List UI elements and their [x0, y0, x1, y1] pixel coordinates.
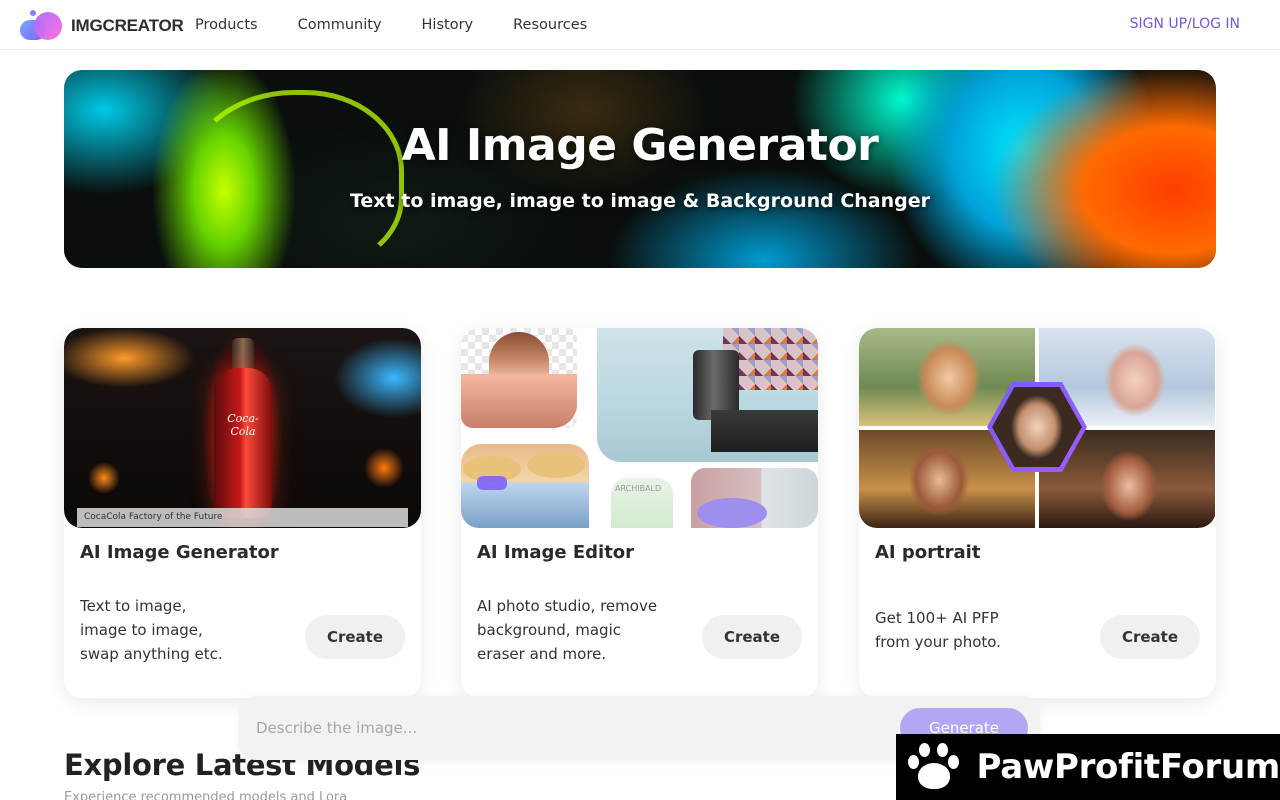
- card-image-portrait-grid: [859, 328, 1216, 528]
- product-label: ARCHIBALD: [615, 484, 662, 493]
- brand-logo[interactable]: IMGCREATOR: [20, 10, 184, 42]
- logo-icon: [20, 10, 64, 42]
- card-ai-portrait[interactable]: AI portrait Get 100+ AI PFP from your ph…: [859, 328, 1216, 698]
- describe-image-input[interactable]: [256, 716, 856, 740]
- signup-login-link[interactable]: SIGN UP/LOG IN: [1130, 16, 1240, 32]
- bottle-label: Coca-Cola: [227, 412, 259, 438]
- create-button[interactable]: Create: [1100, 615, 1200, 659]
- hero-banner: AI Image Generator Text to image, image …: [64, 70, 1216, 268]
- create-button[interactable]: Create: [702, 615, 802, 659]
- hero-subtitle: Text to image, image to image & Backgrou…: [349, 190, 931, 212]
- nav-community[interactable]: Community: [298, 17, 382, 33]
- card-description: AI photo studio, remove background, magi…: [477, 597, 658, 663]
- nav-links: Products Community History Resources: [195, 0, 627, 50]
- brand-name: IMGCREATOR: [71, 16, 184, 35]
- card-ai-image-editor[interactable]: ARCHIBALD AI Image Editor AI photo studi…: [461, 328, 818, 698]
- card-title: AI portrait: [875, 542, 981, 563]
- top-navbar: IMGCREATOR Products Community History Re…: [0, 0, 1280, 50]
- card-title: AI Image Editor: [477, 542, 635, 563]
- card-description: Get 100+ AI PFP from your photo.: [875, 609, 1001, 651]
- section-subtitle: Experience recommended models and Lora: [64, 790, 348, 800]
- image-caption: CocaCola Factory of the Future: [77, 508, 408, 527]
- card-image-coke-factory: Coca-Cola CocaCola Factory of the Future: [64, 328, 421, 528]
- watermark-banner: PawProfitForum: [896, 734, 1280, 800]
- nav-history[interactable]: History: [422, 17, 474, 33]
- create-button[interactable]: Create: [305, 615, 405, 659]
- card-description: Text to image, image to image, swap anyt…: [80, 597, 223, 663]
- card-ai-image-generator[interactable]: Coca-Cola CocaCola Factory of the Future…: [64, 328, 421, 698]
- paw-icon: [904, 737, 960, 797]
- nav-resources[interactable]: Resources: [513, 17, 587, 33]
- hero-title: AI Image Generator: [401, 120, 879, 171]
- card-title: AI Image Generator: [80, 542, 279, 563]
- hero-artwork: [184, 90, 404, 268]
- watermark-text: PawProfitForum: [976, 747, 1280, 787]
- nav-products[interactable]: Products: [195, 17, 258, 33]
- card-image-editor-collage: ARCHIBALD: [461, 328, 818, 528]
